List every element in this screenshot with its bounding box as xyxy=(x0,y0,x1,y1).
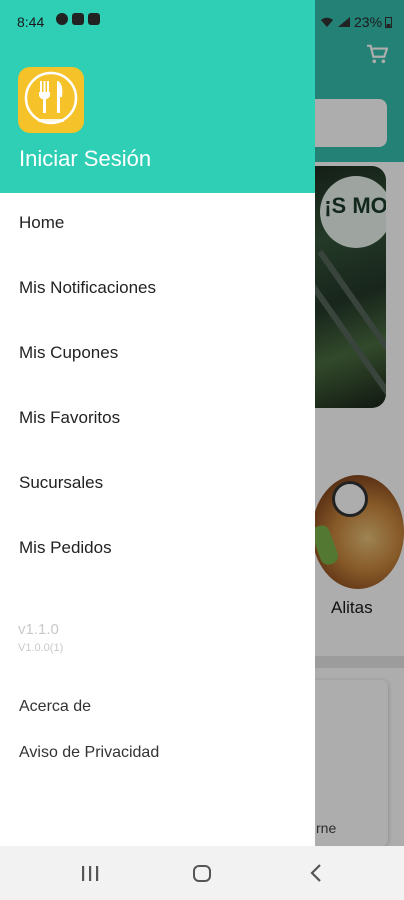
system-nav-bar xyxy=(0,846,404,900)
status-notification-icons xyxy=(56,13,100,25)
link-acerca-de[interactable]: Acerca de xyxy=(0,688,315,728)
home-icon xyxy=(193,865,211,882)
menu-item-favoritos[interactable]: Mis Favoritos xyxy=(0,391,315,447)
battery-percent: 23% xyxy=(354,14,383,30)
app-build-version: V1.0.0(1) xyxy=(18,642,64,654)
status-time: 8:44 xyxy=(17,14,45,30)
menu-item-label: Mis Favoritos xyxy=(19,408,121,427)
menu-item-label: Mis Notificaciones xyxy=(19,278,156,297)
menu-item-notificaciones[interactable]: Mis Notificaciones xyxy=(0,261,315,317)
link-aviso-privacidad[interactable]: Aviso de Privacidad xyxy=(0,734,315,774)
signal-icon xyxy=(338,17,350,27)
home-button[interactable] xyxy=(172,846,232,900)
menu-item-label: Home xyxy=(19,213,65,232)
menu-item-home[interactable]: Home xyxy=(0,196,315,252)
back-icon xyxy=(310,864,321,882)
wifi-icon xyxy=(321,17,333,27)
link-label: Acerca de xyxy=(19,698,92,715)
menu-item-pedidos[interactable]: Mis Pedidos xyxy=(0,521,315,577)
navigation-drawer: Iniciar Sesión Home Mis Notificaciones M… xyxy=(0,0,315,846)
recents-icon xyxy=(82,866,99,881)
link-label: Aviso de Privacidad xyxy=(19,744,160,761)
status-bar: 8:44 23% xyxy=(0,0,404,40)
menu-item-label: Sucursales xyxy=(19,473,104,492)
back-button[interactable] xyxy=(286,846,346,900)
menu-item-label: Mis Pedidos xyxy=(19,538,112,557)
a-icon xyxy=(56,13,68,25)
menu-item-label: Mis Cupones xyxy=(19,343,119,362)
image-icon xyxy=(72,13,84,25)
app-version: v1.1.0 xyxy=(18,621,59,638)
doc-icon xyxy=(88,13,100,25)
menu-item-cupones[interactable]: Mis Cupones xyxy=(0,326,315,382)
battery-icon xyxy=(385,17,393,28)
status-right: 23% xyxy=(320,14,393,30)
login-title[interactable]: Iniciar Sesión xyxy=(19,146,151,172)
recents-button[interactable] xyxy=(60,846,120,900)
app-logo xyxy=(18,67,84,133)
menu-item-sucursales[interactable]: Sucursales xyxy=(0,456,315,512)
